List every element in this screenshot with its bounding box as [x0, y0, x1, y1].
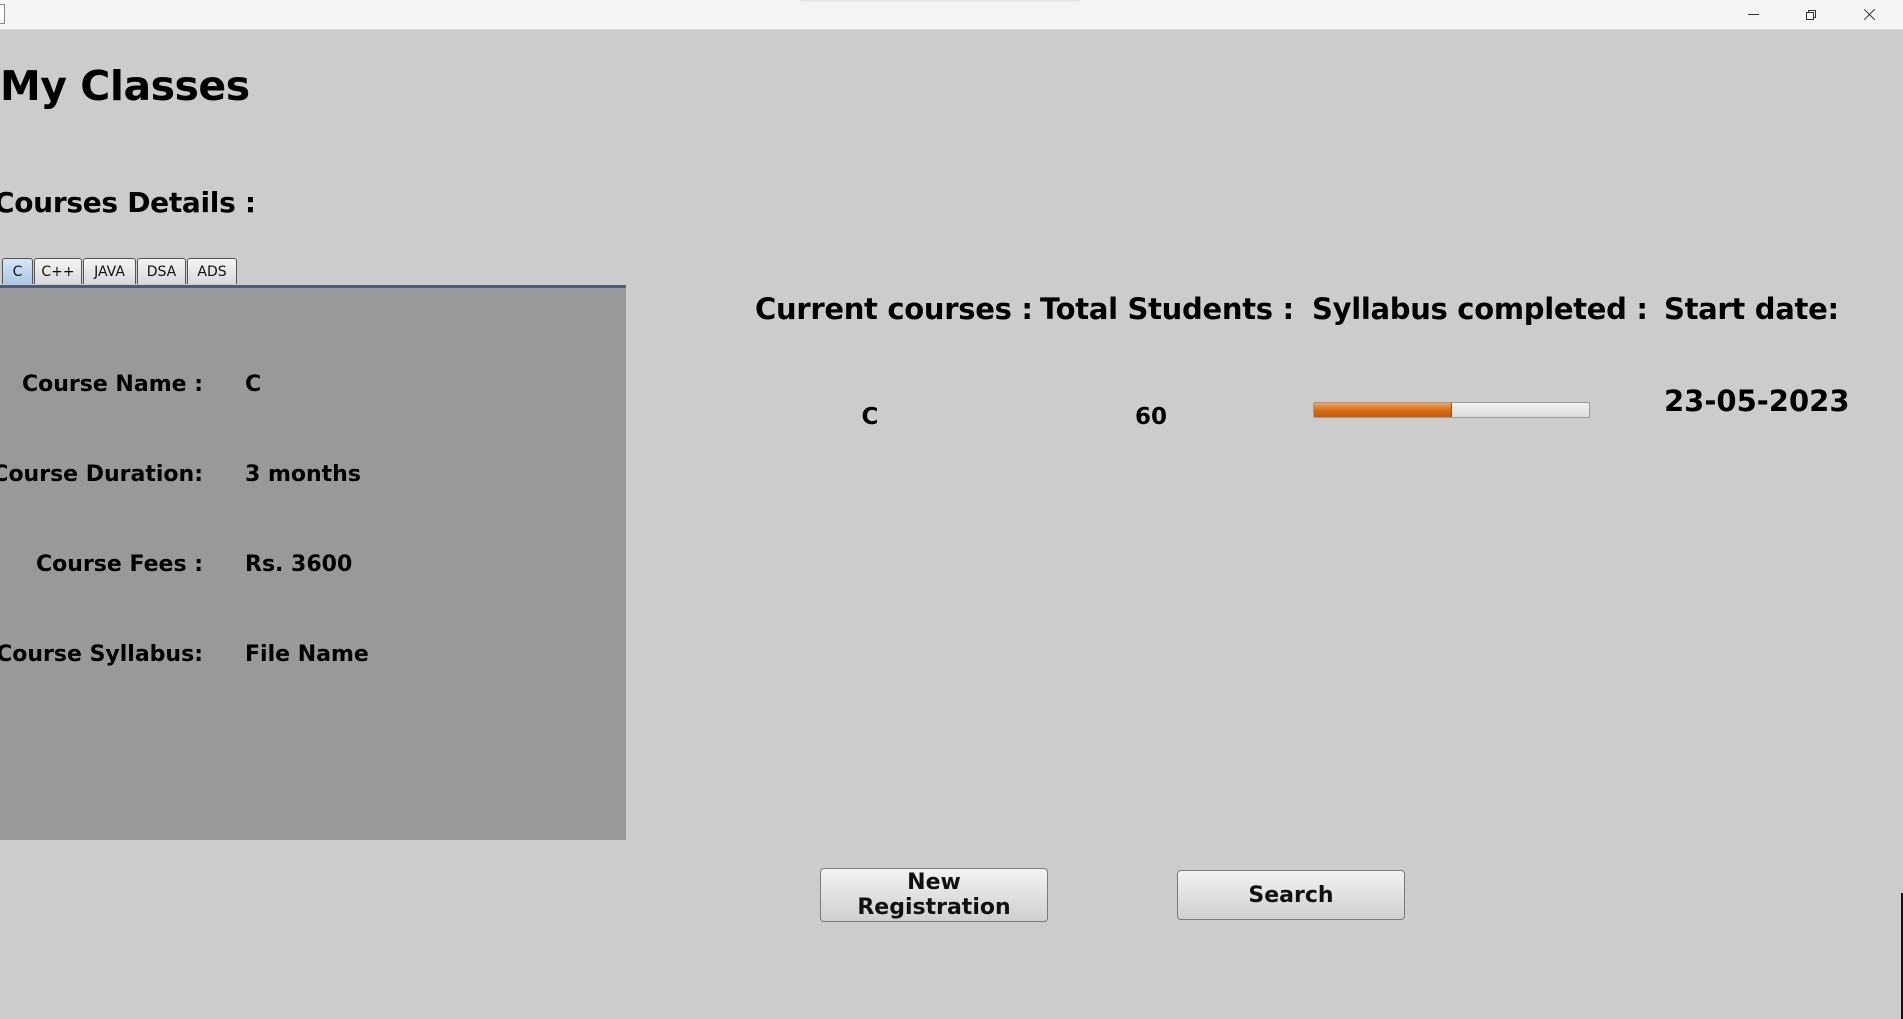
course-fees-row: Course Fees : Rs. 3600: [0, 552, 626, 582]
course-duration-label: Course Duration:: [0, 462, 203, 487]
tab-cpp[interactable]: C++: [34, 258, 82, 284]
course-syllabus-value: File Name: [245, 642, 369, 667]
current-course-value: C: [861, 404, 879, 430]
course-tabs: C C++ JAVA DSA ADS: [2, 258, 238, 286]
start-date-heading: Start date:: [1664, 292, 1839, 326]
course-duration-row: Course Duration: 3 months: [0, 462, 626, 492]
total-students-heading: Total Students :: [1040, 292, 1294, 326]
app-icon: [0, 4, 5, 24]
course-fees-label: Course Fees :: [36, 552, 203, 577]
window-titlebar: [0, 0, 1903, 30]
search-button[interactable]: Search: [1177, 870, 1405, 920]
syllabus-completed-heading: Syllabus completed :: [1312, 292, 1648, 326]
course-fees-value: Rs. 3600: [245, 552, 353, 577]
course-name-label: Course Name :: [21, 372, 203, 397]
tab-ads[interactable]: ADS: [187, 258, 237, 284]
page-title: My Classes: [0, 62, 250, 110]
minimize-icon: [1747, 14, 1759, 15]
syllabus-progress-fill: [1314, 403, 1452, 417]
courses-details-heading: Courses Details :: [0, 186, 256, 219]
close-icon: [1863, 8, 1876, 21]
tab-c[interactable]: C: [2, 258, 33, 284]
titlebar-shadow: [800, 0, 1080, 3]
course-name-row: Course Name : C: [0, 372, 626, 402]
restore-icon: [1806, 9, 1816, 20]
restore-button[interactable]: [1782, 0, 1840, 29]
tab-dsa[interactable]: DSA: [137, 258, 186, 284]
course-name-value: C: [245, 372, 262, 397]
new-registration-button[interactable]: New Registration: [820, 868, 1048, 922]
tab-java[interactable]: JAVA: [83, 258, 136, 284]
current-courses-heading: Current courses :: [755, 292, 1033, 326]
course-details-panel: Course Name : C Course Duration: 3 month…: [0, 288, 626, 840]
course-duration-value: 3 months: [245, 462, 361, 487]
course-syllabus-label: Course Syllabus:: [0, 642, 203, 667]
close-button[interactable]: [1840, 0, 1898, 29]
total-students-value: 60: [1134, 404, 1167, 430]
start-date-value: 23-05-2023: [1664, 384, 1850, 418]
minimize-button[interactable]: [1724, 0, 1782, 29]
course-syllabus-row: Course Syllabus: File Name: [0, 642, 626, 672]
syllabus-progress-bar: [1313, 402, 1590, 418]
